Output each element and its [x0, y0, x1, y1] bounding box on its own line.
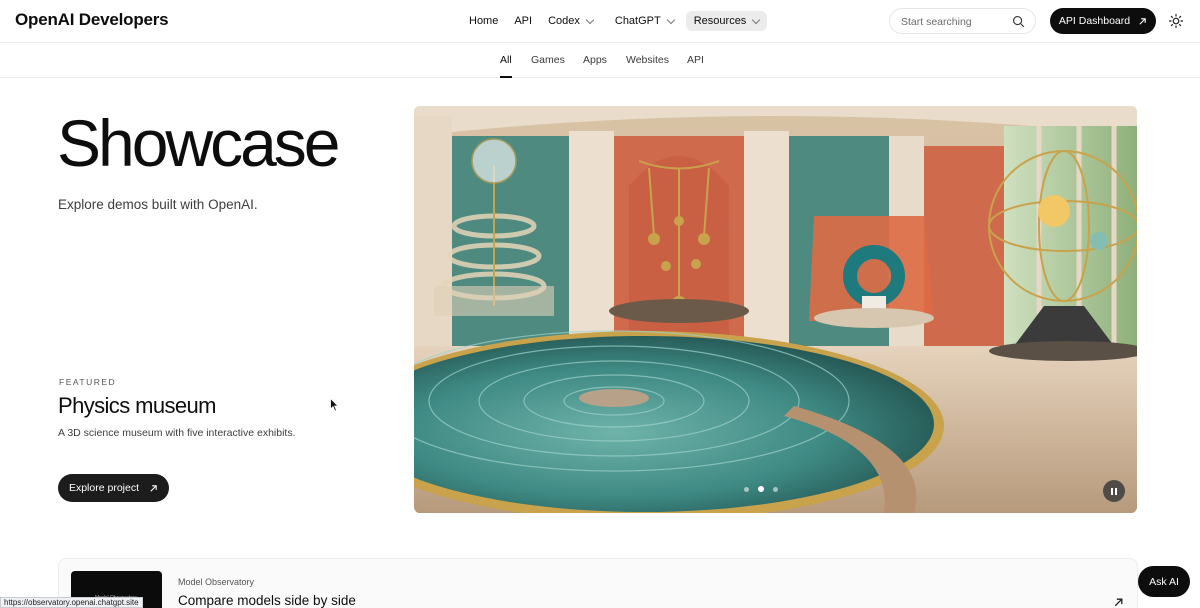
api-dashboard-label: API Dashboard [1058, 15, 1131, 27]
tab-all[interactable]: All [500, 54, 512, 66]
top-header: OpenAI Developers Home API Codex ChatGPT… [0, 0, 1200, 43]
active-tab-indicator [500, 76, 512, 78]
explore-project-button[interactable]: Explore project [58, 474, 169, 502]
main-nav: Home API Codex ChatGPT Resources [461, 11, 768, 31]
carousel-dot-1[interactable] [744, 486, 749, 492]
nav-home[interactable]: Home [461, 11, 506, 31]
page-subtitle: Explore demos built with OpenAI. [58, 197, 258, 212]
nav-chatgpt-label: ChatGPT [614, 15, 661, 27]
carousel-dot-3[interactable] [773, 486, 778, 492]
arrow-up-right-icon [1139, 17, 1146, 25]
project-card[interactable]: Model Observatory Model Observatory Comp… [58, 558, 1138, 608]
mouse-cursor-icon [330, 398, 339, 412]
status-bar-url: https://observatory.openai.chatgpt.site [0, 597, 143, 608]
nav-codex-label: Codex [548, 15, 580, 27]
tab-websites[interactable]: Websites [626, 54, 669, 66]
api-dashboard-button[interactable]: API Dashboard [1050, 8, 1156, 34]
nav-api-label: API [514, 15, 533, 27]
nav-codex[interactable]: Codex [540, 11, 601, 31]
arrow-up-right-icon [1114, 598, 1123, 607]
category-tabs: All Games Apps Websites API [0, 44, 1200, 78]
chevron-down-icon [666, 15, 675, 24]
search-icon [1013, 16, 1025, 28]
tab-apps[interactable]: Apps [583, 54, 607, 66]
ask-ai-button[interactable]: Ask AI [1138, 566, 1190, 597]
search-placeholder: Start searching [901, 16, 972, 28]
nav-resources-label: Resources [693, 15, 747, 27]
nav-home-label: Home [469, 15, 499, 27]
museum-scene-image [414, 106, 1137, 513]
arrow-up-right-icon [150, 484, 157, 492]
nav-resources[interactable]: Resources [685, 11, 768, 31]
nav-api[interactable]: API [506, 11, 540, 31]
explore-project-label: Explore project [68, 482, 140, 494]
pause-icon-bar [1115, 487, 1117, 495]
search-box[interactable]: Start searching [889, 8, 1036, 34]
sun-icon[interactable] [1168, 13, 1184, 29]
chevron-down-icon [585, 15, 595, 24]
carousel-pause-button[interactable] [1103, 480, 1125, 502]
featured-title: Physics museum [58, 393, 216, 418]
tab-api[interactable]: API [687, 54, 704, 66]
nav-chatgpt[interactable]: ChatGPT [607, 11, 682, 31]
card-title: Compare models side by side [178, 593, 356, 608]
pause-icon [1111, 487, 1113, 495]
featured-description: A 3D science museum with five interactiv… [58, 427, 296, 439]
site-logo[interactable]: OpenAI Developers [15, 10, 169, 30]
tab-games[interactable]: Games [531, 54, 565, 66]
featured-image-carousel[interactable] [414, 106, 1137, 513]
page-title: Showcase [57, 106, 341, 180]
carousel-dot-2[interactable] [758, 486, 764, 492]
card-eyebrow: Model Observatory [178, 577, 255, 587]
carousel-dots [744, 486, 778, 492]
featured-label: FEATURED [59, 377, 117, 387]
chevron-down-icon [752, 15, 761, 24]
